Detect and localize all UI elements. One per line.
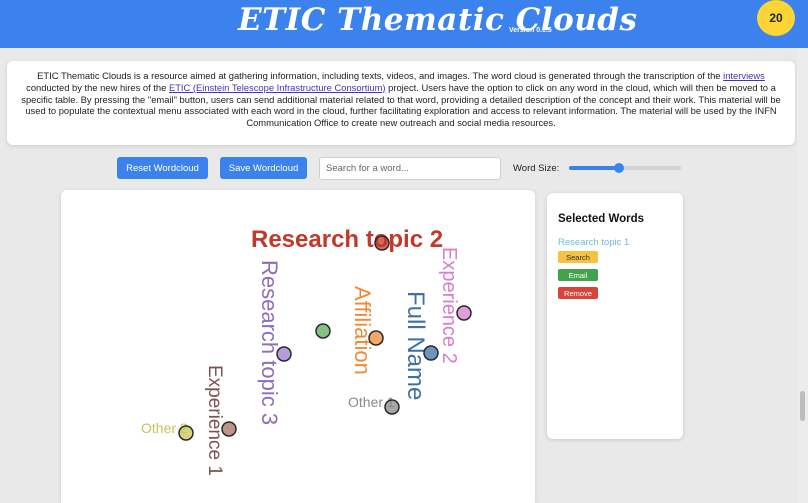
word-marker-dot[interactable] [221, 421, 237, 437]
search-word-button[interactable]: Search [558, 251, 598, 263]
scrollbar-thumb[interactable] [800, 391, 805, 421]
interviews-link[interactable]: interviews [723, 70, 765, 81]
word-research-topic-3[interactable]: Research topic 3 [257, 260, 282, 425]
word-marker-dot[interactable] [374, 235, 390, 251]
version-label: Version 0.0.5 [509, 27, 552, 34]
word-experience-2[interactable]: Experience 2 [438, 247, 460, 364]
remove-word-button[interactable]: Remove [558, 287, 598, 299]
etic-link[interactable]: ETIC (Einstein Telescope Infrastructure … [169, 82, 386, 93]
search-input[interactable] [319, 157, 501, 180]
word-marker-dot[interactable] [178, 425, 194, 441]
intro-text-2: conducted by the new hires of the [26, 81, 169, 93]
word-marker-dot[interactable] [368, 330, 384, 346]
selected-words-panel: Selected Words Research topic 1 Search E… [547, 193, 683, 439]
slider-fill [569, 166, 620, 170]
word-marker-dot[interactable] [423, 345, 439, 361]
word-marker-dot[interactable] [276, 346, 292, 362]
word-count-badge: 20 [757, 0, 795, 36]
page-scrollbar[interactable] [797, 48, 808, 503]
word-affiliation[interactable]: Affiliation [350, 286, 375, 375]
word-experience-1[interactable]: Experience 1 [204, 365, 225, 476]
email-word-button[interactable]: Email [558, 269, 598, 281]
app-header: ETIC Thematic Clouds Version 0.0.5 20 [0, 0, 808, 48]
selected-word-research-topic-1[interactable]: Research topic 1 [558, 237, 629, 248]
save-wordcloud-button[interactable]: Save Wordcloud [220, 157, 307, 179]
word-marker-dot[interactable] [315, 323, 331, 339]
reset-wordcloud-button[interactable]: Reset Wordcloud [117, 157, 208, 179]
intro-text-1: ETIC Thematic Clouds is a resource aimed… [37, 70, 724, 81]
slider-thumb[interactable] [614, 163, 625, 173]
word-marker-dot[interactable] [456, 305, 472, 321]
word-full-name[interactable]: Full Name [402, 291, 429, 400]
word-cloud-canvas[interactable]: Research topic 2 Research topic 3 Experi… [61, 190, 535, 503]
word-size-label: Word Size: [513, 163, 560, 174]
word-research-topic-2[interactable]: Research topic 2 [251, 226, 443, 253]
app-title: ETIC Thematic Clouds [238, 2, 638, 38]
word-marker-dot[interactable] [384, 399, 400, 415]
selected-words-title: Selected Words [558, 213, 645, 225]
word-size-slider[interactable] [569, 163, 681, 173]
intro-description: ETIC Thematic Clouds is a resource aimed… [7, 61, 795, 145]
